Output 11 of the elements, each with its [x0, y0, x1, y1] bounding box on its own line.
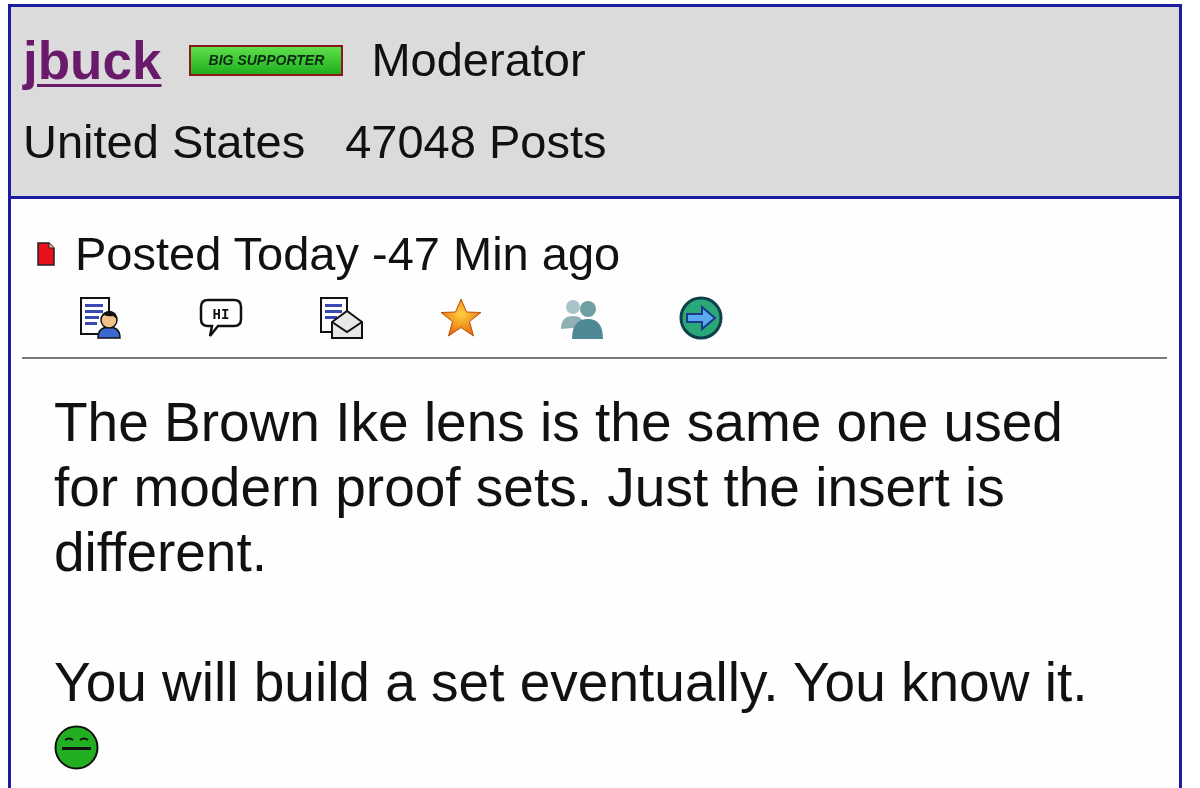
document-envelope-icon[interactable] — [318, 295, 364, 341]
page-icon — [37, 242, 55, 266]
member-country: United States — [23, 113, 306, 170]
supporter-badge: BIG SUPPORTER — [189, 44, 344, 76]
post-count: 47048 Posts — [345, 113, 607, 170]
document-person-icon[interactable] — [78, 295, 124, 341]
message-text: You will build a set eventually. You know it. — [54, 650, 1089, 715]
message-text: The Brown Ike lens is the same one used for modern proof sets. Just the insert is different. — [54, 390, 1064, 585]
posted-time: Posted Today -47 Min ago — [75, 225, 621, 282]
smiley-icon — [54, 725, 99, 770]
member-role: Moderator — [371, 31, 586, 88]
